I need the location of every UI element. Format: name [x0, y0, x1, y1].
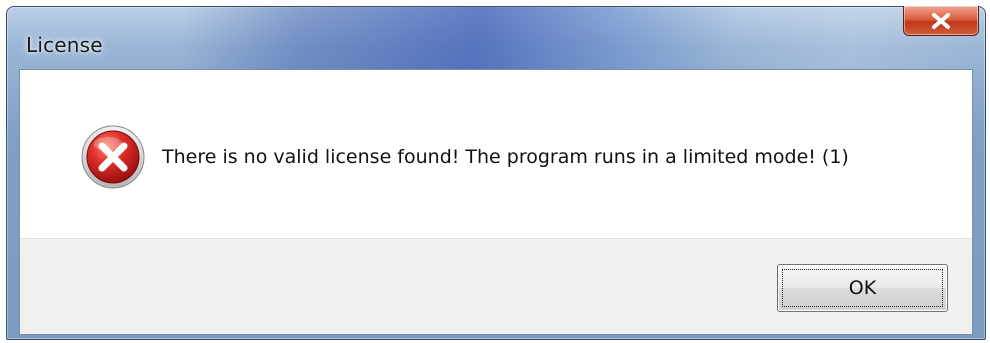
ok-button-label: OK	[848, 277, 877, 299]
title-bar[interactable]: License	[7, 6, 985, 69]
dialog-client-area: There is no valid license found! The pro…	[19, 69, 973, 335]
message-area: There is no valid license found! The pro…	[20, 70, 972, 238]
ok-button[interactable]: OK	[777, 264, 948, 312]
close-button[interactable]	[903, 6, 979, 36]
license-dialog-window: License There is no valid license found!…	[6, 6, 986, 340]
error-icon	[81, 125, 145, 189]
error-message: There is no valid license found! The pro…	[162, 146, 849, 168]
button-area: OK	[20, 238, 972, 334]
close-icon	[932, 12, 950, 29]
window-title: License	[26, 33, 103, 57]
